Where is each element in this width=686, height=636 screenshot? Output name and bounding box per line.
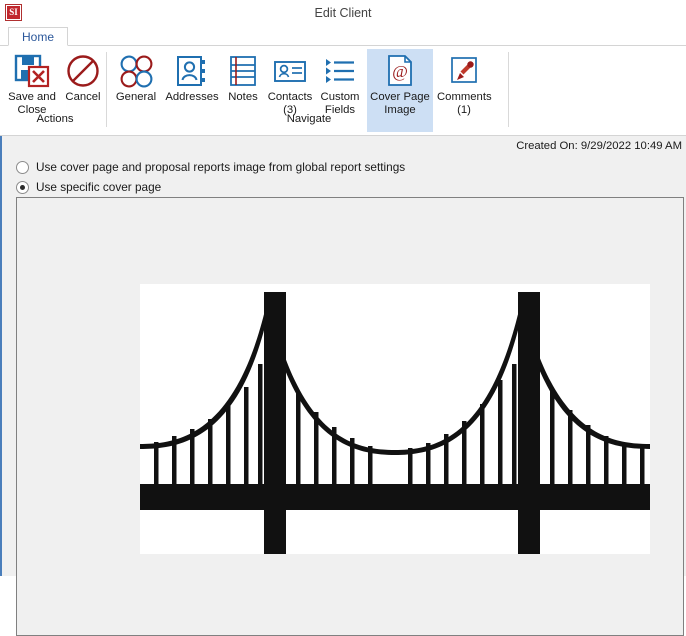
ribbon-group-separator [508,52,509,127]
ribbon-button-cancel[interactable]: Cancel [60,49,106,104]
cover-image-preview-panel[interactable] [16,197,684,636]
ribbon-button-general[interactable]: General [110,49,162,104]
content-area: Created On: 9/29/2022 10:49 AM Use cover… [0,136,686,636]
window-title: Edit Client [314,6,372,20]
ribbon-button-contacts[interactable]: Contacts (3) [264,49,316,117]
created-on-label: Created On: 9/29/2022 10:49 AM [516,140,682,152]
ribbon-button-addresses[interactable]: Addresses [162,49,222,104]
ribbon-button-save-and-close[interactable]: Save and Close [4,49,60,117]
save-and-close-icon [4,52,60,90]
cover-page-image-icon: @ [367,52,433,90]
custom-fields-list-icon [316,52,364,90]
title-bar: SI Edit Client [0,0,686,27]
ribbon-button-custom-fields[interactable]: Custom Fields [316,49,364,117]
radio-indicator-selected[interactable] [16,180,29,194]
cancel-icon [60,52,106,90]
cover-image[interactable] [140,284,650,554]
svg-text:@: @ [392,62,408,81]
ribbon-group-label-navigate: Navigate [286,113,332,125]
ribbon-button-label: Notes [228,91,258,103]
address-book-icon [162,52,222,90]
ribbon-button-notes[interactable]: Notes [222,49,264,104]
notes-icon [222,52,264,90]
comments-pin-icon [435,52,493,90]
radio-label: Use specific cover page [36,180,162,194]
ribbon-button-label: Cancel [65,91,101,103]
tab-home[interactable]: Home [8,27,69,46]
contacts-card-icon [264,52,316,90]
ribbon-group-label-actions: Actions [36,113,74,125]
radio-label: Use cover page and proposal reports imag… [36,160,406,174]
radio-option-specific-cover-page[interactable]: Use specific cover page [16,180,161,194]
ribbon: Save and Close Cancel General Addresses … [0,46,686,136]
ribbon-button-comments[interactable]: Comments (1) [435,49,493,117]
ribbon-tab-strip: Home [0,27,686,46]
radio-indicator[interactable] [16,160,29,174]
ribbon-button-label: General [115,91,157,103]
ribbon-button-label: Addresses [165,91,219,103]
ribbon-group-separator [106,52,107,127]
radio-option-global-report-settings[interactable]: Use cover page and proposal reports imag… [16,160,405,174]
general-circles-icon [110,52,162,90]
suspension-bridge-silhouette [140,284,650,554]
